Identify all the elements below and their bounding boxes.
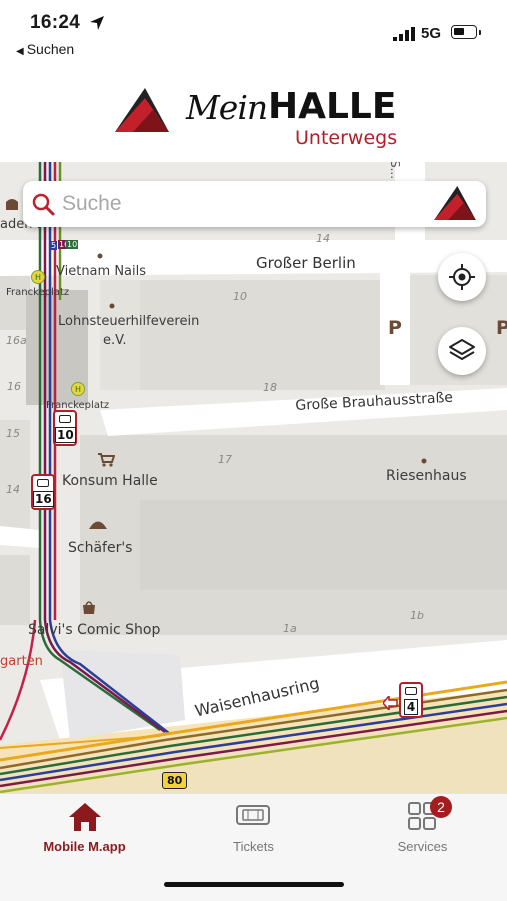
tram-vehicle-10[interactable]: 10 — [53, 410, 77, 446]
poi-dot-icon — [97, 253, 103, 259]
poi-feuerhilfeverein-line2: e.V. — [103, 333, 127, 348]
poi-dot-icon — [421, 458, 427, 464]
home-icon — [69, 803, 101, 831]
map-view[interactable]: Großer Berlin Große Brauhausstraße Waise… — [0, 162, 507, 793]
tab-label: Services — [397, 839, 448, 854]
brand-logo-icon[interactable] — [433, 186, 477, 220]
tram-direction-arrow-icon — [383, 696, 398, 710]
poi-schaefers[interactable]: Schäfer's — [68, 540, 132, 556]
search-icon[interactable] — [31, 192, 55, 216]
house-number: 18 — [263, 381, 277, 394]
house-number: 16a — [6, 334, 27, 347]
svg-text:H: H — [75, 385, 81, 394]
poi-salvis-comic-shop[interactable]: Salvi's Comic Shop — [28, 622, 160, 638]
stop-marker-icon[interactable]: H — [71, 382, 85, 396]
battery-icon — [451, 25, 477, 39]
tram-icon — [59, 415, 71, 423]
layers-icon — [449, 339, 475, 360]
brand-logo-icon — [115, 88, 169, 132]
back-triangle-icon: ◀ — [16, 46, 24, 57]
house-number: 14 — [6, 483, 20, 496]
brand-name: HALLE — [268, 86, 397, 127]
brand-script: Mein — [186, 88, 268, 127]
notification-badge: 2 — [430, 796, 452, 818]
clock: 16:24 — [30, 12, 81, 33]
poi-konsum-halle[interactable]: Konsum Halle — [62, 473, 158, 489]
tram-icon — [405, 687, 417, 695]
tram-icon — [37, 479, 49, 487]
poi-garten: garten — [0, 654, 43, 669]
tram-line-number: 4 — [403, 699, 419, 715]
tab-label: Tickets — [233, 839, 274, 854]
house-number: 15 — [6, 427, 20, 440]
tab-label: Mobile M.app — [43, 839, 126, 854]
tram-line-number: 10 — [55, 427, 76, 443]
shopping-cart-icon — [98, 453, 115, 467]
search-bar[interactable]: Suche — [23, 181, 486, 227]
house-number: 16 — [7, 380, 21, 393]
tab-tickets[interactable]: Tickets — [169, 794, 338, 874]
status-bar: 16:24 ◀ Suchen 5G — [0, 0, 507, 62]
route-sign-80: 80 — [162, 772, 188, 789]
search-input[interactable]: Suche — [62, 192, 122, 216]
location-arrow-icon — [90, 16, 104, 30]
house-number: 10 — [233, 290, 247, 303]
crosshair-icon — [449, 264, 475, 290]
bakery-icon — [6, 199, 18, 210]
battery-level — [454, 28, 464, 35]
battery-tip — [479, 30, 481, 35]
tram-vehicle-4[interactable]: 4 — [399, 682, 423, 718]
street-label-grosser-berlin: Großer Berlin — [256, 254, 356, 272]
tram-line-number: 16 — [33, 491, 54, 507]
stop-marker-icon[interactable]: H — [31, 270, 45, 284]
locate-me-button[interactable] — [438, 253, 486, 301]
poi-riesenhaus[interactable]: Riesenhaus — [386, 468, 467, 484]
tab-mobile-mapp[interactable]: Mobile M.app — [0, 794, 169, 874]
shopping-bag-icon — [83, 601, 95, 614]
line-tag: 5 — [50, 241, 58, 250]
tab-services[interactable]: Services — [338, 794, 507, 874]
parking-icon[interactable]: P — [496, 317, 507, 339]
street-label-vertical: S... — [388, 162, 402, 180]
house-number: 1b — [410, 609, 424, 622]
house-number: 17 — [218, 453, 232, 466]
house-number: 1a — [283, 622, 297, 635]
network-type: 5G — [421, 25, 442, 42]
back-label: Suchen — [26, 41, 75, 57]
bakery-icon — [89, 521, 107, 529]
cellular-signal-icon — [393, 27, 415, 41]
house-number: 14 — [316, 232, 330, 245]
poi-vietnam-nails[interactable]: Vietnam Nails — [56, 264, 146, 279]
poi-dot-icon — [109, 303, 115, 309]
ticket-icon — [236, 805, 270, 825]
map-layers-button[interactable] — [438, 327, 486, 375]
poi-feuerhilfeverein-line1[interactable]: Lohnsteuerhilfeverein — [58, 314, 199, 329]
stop-label-franckeplatz-top[interactable]: Franckeplatz — [6, 287, 69, 298]
line-tag: 10 — [66, 240, 79, 249]
back-to-app-link[interactable]: ◀ Suchen — [16, 41, 74, 57]
svg-text:H: H — [35, 273, 41, 282]
brand-subtitle: Unterwegs — [295, 127, 398, 149]
tram-vehicle-16[interactable]: 16 — [31, 474, 55, 510]
home-indicator[interactable] — [164, 882, 344, 887]
parking-icon[interactable]: P — [388, 317, 402, 339]
